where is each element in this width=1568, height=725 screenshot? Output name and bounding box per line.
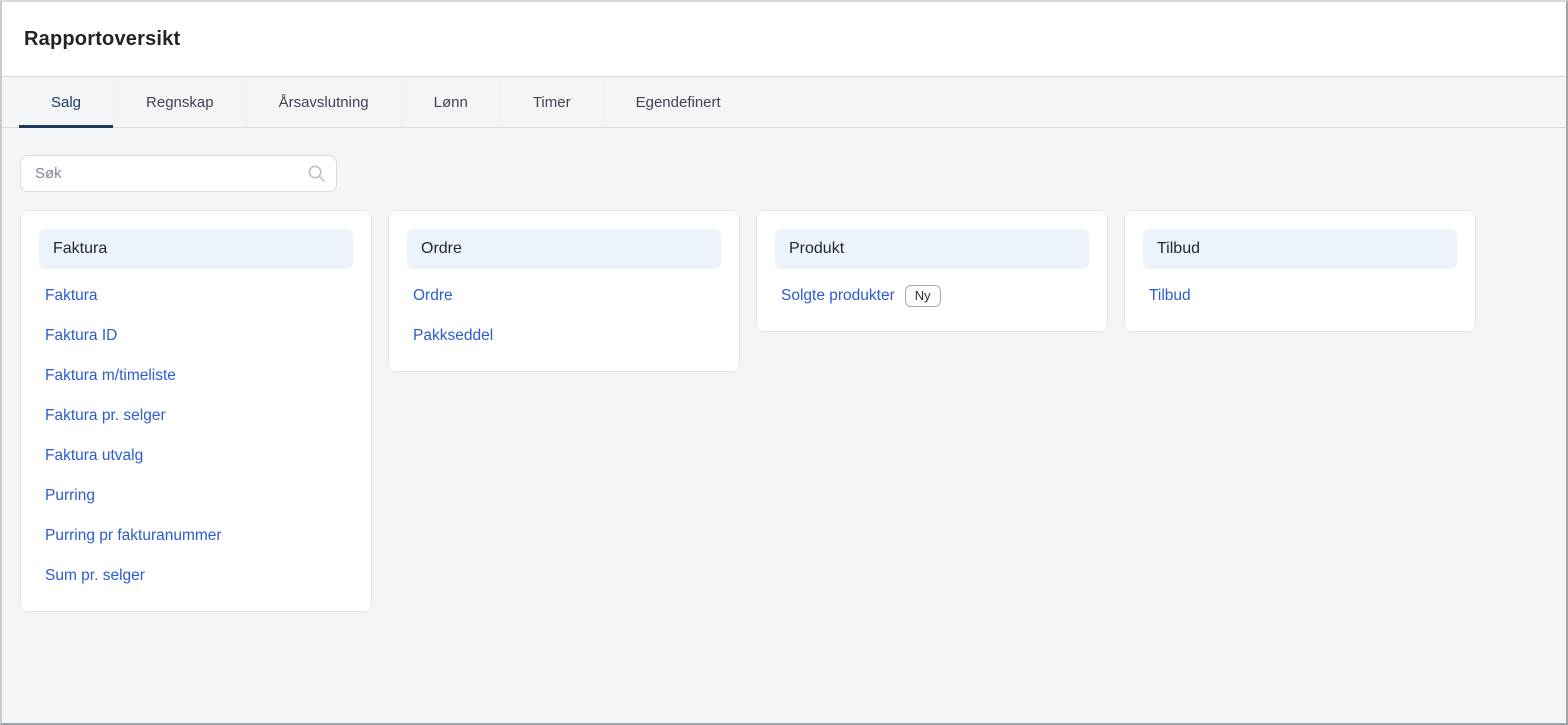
tab-label: Salg: [51, 94, 81, 111]
app-window: Rapportoversikt Salg Regnskap Årsavslutnin…: [0, 0, 1568, 725]
tab-label: Lønn: [434, 94, 468, 111]
report-link-pakkseddel[interactable]: Pakkseddel: [407, 316, 721, 356]
report-link-faktura[interactable]: Faktura: [39, 276, 353, 316]
report-link-label: Faktura m/timeliste: [45, 367, 176, 385]
report-link-ordre[interactable]: Ordre: [407, 276, 721, 316]
report-link-purring-pr-fakturanummer[interactable]: Purring pr fakturanummer: [39, 516, 353, 556]
report-link-faktura-m-timeliste[interactable]: Faktura m/timeliste: [39, 356, 353, 396]
card-header: Produkt: [775, 229, 1089, 269]
report-link-label: Purring: [45, 487, 95, 505]
report-link-label: Faktura: [45, 287, 98, 305]
report-link-tilbud[interactable]: Tilbud: [1143, 276, 1457, 316]
tab-label: Regnskap: [146, 94, 214, 111]
card-title: Ordre: [421, 240, 462, 258]
report-card-faktura: Faktura Faktura Faktura ID Faktura m/timeli…: [20, 210, 372, 612]
tab-l-nn[interactable]: Lønn: [402, 77, 501, 127]
report-link-label: Solgte produkter: [781, 287, 895, 305]
report-link-purring[interactable]: Purring: [39, 476, 353, 516]
report-card-produkt: Produkt Solgte produkter Ny: [756, 210, 1108, 332]
report-link-label: Pakkseddel: [413, 327, 493, 345]
report-link-label: Sum pr. selger: [45, 567, 145, 585]
report-link-label: Faktura pr. selger: [45, 407, 166, 425]
search-input[interactable]: [20, 155, 337, 192]
tab-label: Årsavslutning: [279, 94, 369, 111]
card-header: Faktura: [39, 229, 353, 269]
tab-regnskap[interactable]: Regnskap: [114, 77, 247, 127]
card-header: Tilbud: [1143, 229, 1457, 269]
card-header: Ordre: [407, 229, 721, 269]
tab-bar: Salg Regnskap Årsavslutning Lønn Timer Egende…: [2, 77, 1566, 128]
search-box: [20, 155, 337, 192]
card-link-list: Ordre Pakkseddel: [407, 276, 721, 356]
tab-egendefinert[interactable]: Egendefinert: [604, 77, 753, 127]
report-link-faktura-utvalg[interactable]: Faktura utvalg: [39, 436, 353, 476]
card-link-list: Tilbud: [1143, 276, 1457, 316]
report-link-solgte-produkter[interactable]: Solgte produkter Ny: [775, 276, 1089, 316]
main-content: Faktura Faktura Faktura ID Faktura m/timeli…: [2, 128, 1566, 612]
report-link-label: Faktura ID: [45, 327, 117, 345]
report-link-label: Purring pr fakturanummer: [45, 527, 222, 545]
card-link-list: Solgte produkter Ny: [775, 276, 1089, 316]
report-card-grid: Faktura Faktura Faktura ID Faktura m/timeli…: [20, 210, 1548, 612]
card-link-list: Faktura Faktura ID Faktura m/timeliste Fakt…: [39, 276, 353, 596]
report-link-sum-pr-selger[interactable]: Sum pr. selger: [39, 556, 353, 596]
tab-timer[interactable]: Timer: [501, 77, 604, 127]
card-title: Tilbud: [1157, 240, 1200, 258]
report-link-label: Ordre: [413, 287, 453, 305]
tab-label: Timer: [533, 94, 571, 111]
report-link-label: Faktura utvalg: [45, 447, 143, 465]
tab-rsavslutning[interactable]: Årsavslutning: [247, 77, 402, 127]
report-card-tilbud: Tilbud Tilbud: [1124, 210, 1476, 332]
report-link-faktura-id[interactable]: Faktura ID: [39, 316, 353, 356]
card-title: Faktura: [53, 240, 107, 258]
report-link-faktura-pr-selger[interactable]: Faktura pr. selger: [39, 396, 353, 436]
tab-salg[interactable]: Salg: [19, 77, 114, 127]
tab-label: Egendefinert: [636, 94, 721, 111]
card-title: Produkt: [789, 240, 844, 258]
page-header: Rapportoversikt: [2, 2, 1566, 77]
new-badge: Ny: [905, 285, 941, 307]
report-card-ordre: Ordre Ordre Pakkseddel: [388, 210, 740, 372]
report-link-label: Tilbud: [1149, 287, 1191, 305]
page-title: Rapportoversikt: [24, 28, 180, 51]
